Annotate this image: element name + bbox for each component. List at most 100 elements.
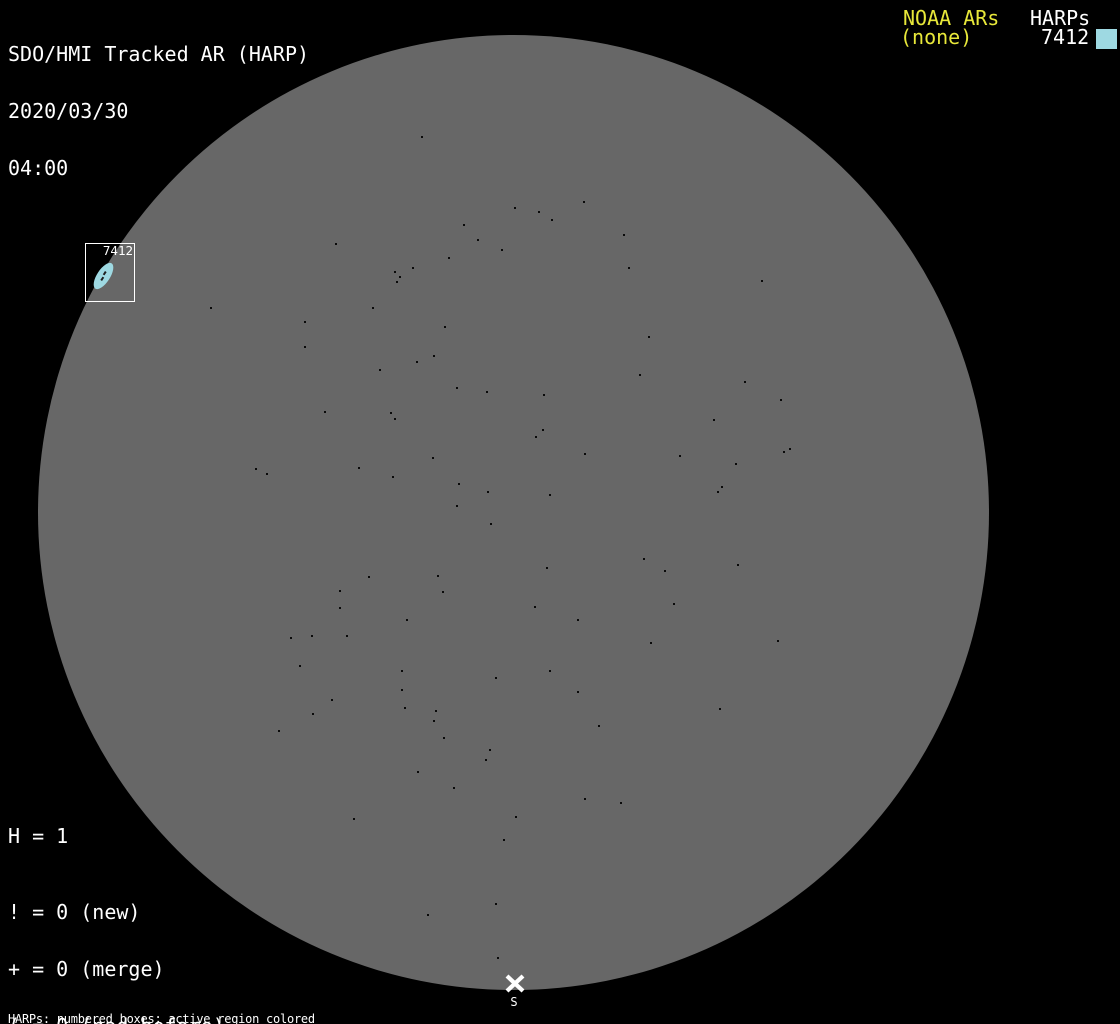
magnetic-speckle — [433, 355, 435, 357]
magnetic-speckle — [335, 243, 337, 245]
magnetic-speckle — [427, 914, 429, 916]
magnetic-speckle — [477, 239, 479, 241]
magnetic-speckle — [628, 267, 630, 269]
magnetic-speckle — [399, 276, 401, 278]
magnetic-speckle — [353, 818, 355, 820]
magnetic-speckle — [390, 412, 392, 414]
magnetic-speckle — [339, 607, 341, 609]
magnetic-speckle — [312, 713, 314, 715]
magnetic-speckle — [368, 576, 370, 578]
magnetic-speckle — [503, 839, 505, 841]
magnetic-speckle — [379, 369, 381, 371]
magnetic-speckle — [737, 564, 739, 566]
magnetic-speckle — [721, 486, 723, 488]
magnetic-speckle — [744, 381, 746, 383]
magnetic-speckle — [761, 280, 763, 282]
magnetic-speckle — [358, 467, 360, 469]
harp-box-label: 7412 — [102, 243, 133, 258]
magnetic-speckle — [416, 361, 418, 363]
magnetic-speckle — [549, 494, 551, 496]
plot-date: 2020/03/30 — [8, 99, 129, 123]
plot-title: SDO/HMI Tracked AR (HARP) — [8, 42, 310, 66]
magnetic-speckle — [346, 635, 348, 637]
magnetic-speckle — [278, 730, 280, 732]
magnetic-speckle — [421, 136, 423, 138]
magnetic-speckle — [435, 710, 437, 712]
south-pole-cross-icon — [505, 974, 525, 993]
magnetic-speckle — [780, 399, 782, 401]
magnetic-speckle — [444, 326, 446, 328]
legend-harp-count: H = 1 — [8, 824, 69, 848]
magnetic-speckle — [394, 418, 396, 420]
magnetic-speckle — [534, 606, 536, 608]
magnetic-speckle — [546, 567, 548, 569]
magnetic-speckle — [549, 670, 551, 672]
magnetic-speckle — [412, 267, 414, 269]
magnetic-speckle — [401, 670, 403, 672]
magnetic-speckle — [392, 476, 394, 478]
magnetic-speckle — [339, 590, 341, 592]
magnetic-speckle — [210, 307, 212, 309]
magnetic-speckle — [456, 505, 458, 507]
magnetic-speckle — [515, 816, 517, 818]
magnetic-speckle — [433, 720, 435, 722]
magnetic-speckle — [679, 455, 681, 457]
title-block: SDO/HMI Tracked AR (HARP) 2020/03/30 04:… — [8, 7, 309, 216]
magnetic-speckle — [331, 699, 333, 701]
magnetic-speckle — [535, 436, 537, 438]
magnetic-speckle — [542, 429, 544, 431]
magnetic-speckle — [404, 707, 406, 709]
harps-value: 7412 — [1041, 25, 1090, 49]
magnetic-speckle — [458, 483, 460, 485]
magnetic-speckle — [719, 708, 721, 710]
magnetic-speckle — [620, 802, 622, 804]
magnetic-speckle — [717, 491, 719, 493]
magnetic-speckle — [514, 207, 516, 209]
active-region-dark-pixel — [102, 270, 107, 276]
magnetic-speckle — [463, 224, 465, 226]
magnetic-speckle — [777, 640, 779, 642]
magnetic-speckle — [789, 448, 791, 450]
magnetic-speckle — [664, 570, 666, 572]
magnetic-speckle — [648, 336, 650, 338]
magnetic-speckle — [643, 558, 645, 560]
magnetic-speckle — [490, 523, 492, 525]
magnetic-speckle — [432, 457, 434, 459]
magnetic-speckle — [456, 387, 458, 389]
magnetic-speckle — [551, 219, 553, 221]
magnetic-speckle — [442, 591, 444, 593]
magnetic-speckle — [485, 759, 487, 761]
magnetic-speckle — [266, 473, 268, 475]
magnetic-speckle — [543, 394, 545, 396]
magnetic-speckle — [538, 211, 540, 213]
magnetic-speckle — [443, 737, 445, 739]
magnetic-speckle — [394, 271, 396, 273]
magnetic-speckle — [290, 637, 292, 639]
magnetic-speckle — [396, 281, 398, 283]
south-pole-label: S — [510, 995, 518, 1009]
magnetic-speckle — [448, 257, 450, 259]
magnetic-speckle — [673, 603, 675, 605]
magnetic-speckle — [304, 321, 306, 323]
magnetic-speckle — [577, 691, 579, 693]
magnetic-speckle — [650, 642, 652, 644]
magnetic-speckle — [583, 201, 585, 203]
magnetic-speckle — [311, 635, 313, 637]
magnetic-speckle — [735, 463, 737, 465]
magnetic-speckle — [406, 619, 408, 621]
magnetic-speckle — [495, 677, 497, 679]
magnetic-speckle — [584, 453, 586, 455]
magnetic-speckle — [372, 307, 374, 309]
magnetic-speckle — [489, 749, 491, 751]
magnetic-speckle — [401, 689, 403, 691]
legend-item-new: ! = 0 (new) — [8, 900, 141, 924]
magnetic-speckle — [501, 249, 503, 251]
magnetic-speckle — [255, 468, 257, 470]
magnetic-speckle — [417, 771, 419, 773]
noaa-ars-value: (none) — [900, 25, 973, 49]
magnetic-speckle — [598, 725, 600, 727]
magnetic-speckle — [486, 391, 488, 393]
magnetic-speckle — [713, 419, 715, 421]
magnetic-speckle — [639, 374, 641, 376]
magnetic-speckle — [453, 787, 455, 789]
